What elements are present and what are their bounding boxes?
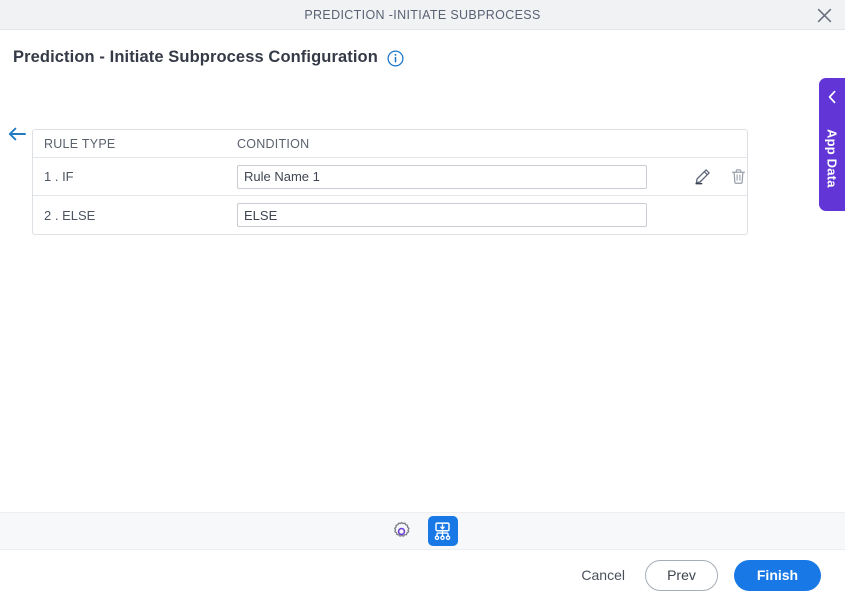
delete-button[interactable]	[730, 168, 747, 185]
page-body: Prediction - Initiate Subprocess Configu…	[0, 30, 845, 593]
condition-cell	[237, 203, 657, 227]
window-header: PREDICTION -INITIATE SUBPROCESS	[0, 0, 845, 30]
rules-table: RULE TYPE CONDITION 1 . IF Rule Name 1 2…	[32, 129, 748, 235]
column-header-condition: CONDITION	[237, 136, 310, 151]
row-actions	[657, 168, 753, 185]
condition-input[interactable]	[237, 203, 647, 227]
close-icon	[817, 8, 831, 22]
back-button[interactable]	[7, 124, 27, 144]
condition-input[interactable]	[237, 164, 647, 189]
trash-icon	[731, 169, 746, 184]
gear-icon	[393, 521, 410, 537]
app-data-tab[interactable]: App Data	[819, 78, 845, 211]
app-data-label: App Data	[824, 128, 840, 188]
page-title-row: Prediction - Initiate Subprocess Configu…	[13, 48, 404, 67]
table-header-row: RULE TYPE CONDITION	[33, 130, 747, 158]
condition-cell	[237, 164, 657, 189]
window-title: PREDICTION -INITIATE SUBPROCESS	[304, 8, 541, 22]
page-title: Prediction - Initiate Subprocess Configu…	[13, 48, 378, 66]
pencil-icon	[695, 169, 710, 185]
table-row: 1 . IF	[33, 158, 747, 196]
info-circle-icon[interactable]	[387, 50, 404, 67]
chevron-left-icon	[828, 90, 835, 104]
footer-actions: Cancel Prev Finish	[0, 557, 845, 593]
arrow-left-icon	[8, 127, 26, 141]
edit-button[interactable]	[694, 168, 711, 185]
cancel-button[interactable]: Cancel	[577, 561, 629, 589]
app-data-chevron	[819, 88, 845, 106]
close-button[interactable]	[811, 3, 837, 27]
process-diagram-button[interactable]	[427, 516, 458, 546]
rule-type-cell: 2 . ELSE	[44, 207, 96, 223]
finish-button[interactable]: Finish	[734, 559, 821, 591]
table-row: 2 . ELSE	[33, 196, 747, 234]
prev-button[interactable]: Prev	[645, 559, 718, 591]
bottom-toolbar	[0, 512, 845, 550]
rule-type-cell: 1 . IF	[44, 169, 74, 184]
settings-button[interactable]	[388, 517, 416, 545]
column-header-rule-type: RULE TYPE	[44, 136, 116, 151]
hierarchy-icon	[434, 521, 451, 540]
